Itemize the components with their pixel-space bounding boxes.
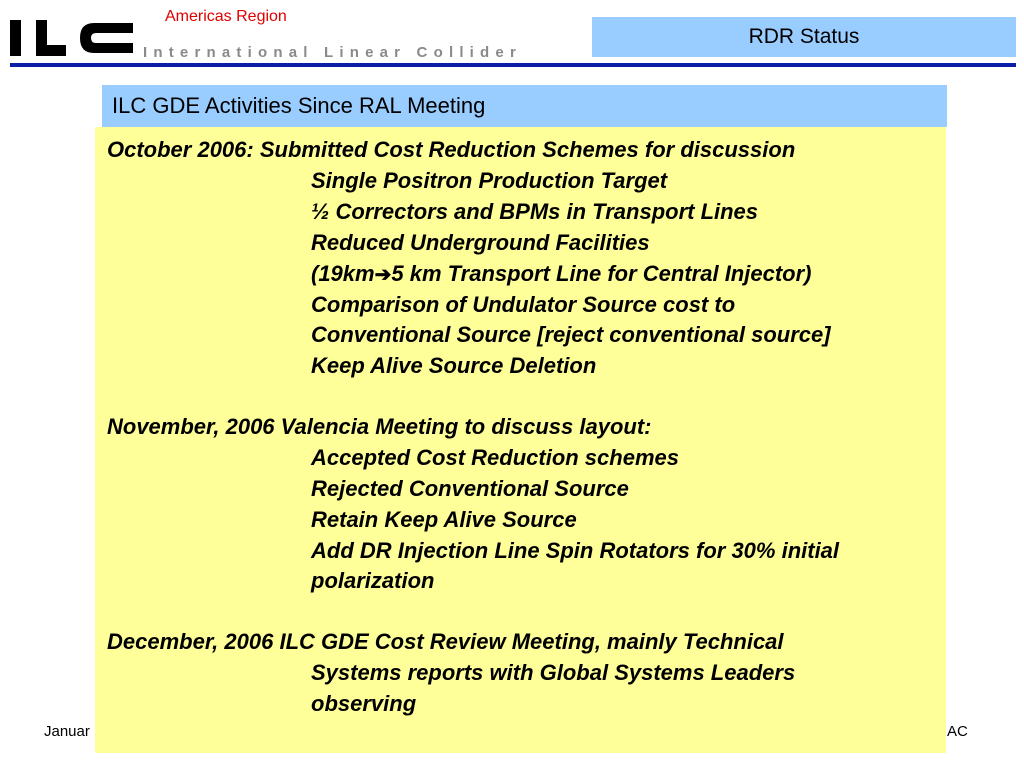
sub-item: Conventional Source [reject conventional… [311, 322, 831, 347]
arrow-icon: ➔ [374, 264, 392, 286]
status-header: RDR Status [592, 17, 1016, 57]
sub-item-transport: (19km➔5 km Transport Line for Central In… [311, 261, 811, 288]
bullet-december: December, 2006 ILC GDE Cost Review Meeti… [107, 629, 784, 654]
footer-date: Januar [44, 723, 90, 740]
bullet-october: October 2006: Submitted Cost Reduction S… [107, 137, 796, 162]
sub-item: Reduced Underground Facilities [311, 230, 650, 255]
sub-item: Comparison of Undulator Source cost to [311, 292, 736, 317]
sub-item: ½ Correctors and BPMs in Transport Lines [311, 199, 759, 224]
bullet-november: November, 2006 Valencia Meeting to discu… [107, 414, 652, 439]
sub-item: Retain Keep Alive Source [311, 507, 577, 532]
ilc-logo [10, 20, 133, 56]
slide-title: ILC GDE Activities Since RAL Meeting [102, 85, 947, 127]
header-divider [10, 63, 1016, 67]
sub-item: observing [311, 691, 417, 716]
sub-item-part: 5 km Transport Line for Central Injector… [391, 261, 812, 286]
footer-right: AC [947, 723, 968, 740]
region-label: Americas Region [165, 8, 287, 25]
sub-item: Single Positron Production Target [311, 168, 668, 193]
sub-item: Rejected Conventional Source [311, 476, 629, 501]
sub-item: Systems reports with Global Systems Lead… [311, 660, 796, 685]
sub-item: Accepted Cost Reduction schemes [311, 445, 679, 470]
logo-subtitle: International Linear Collider [143, 44, 522, 61]
sub-item: Add DR Injection Line Spin Rotators for … [311, 538, 840, 563]
sub-item: Keep Alive Source Deletion [311, 353, 597, 378]
sub-item: polarization [311, 568, 435, 593]
sub-item-part: (19km [311, 261, 375, 286]
